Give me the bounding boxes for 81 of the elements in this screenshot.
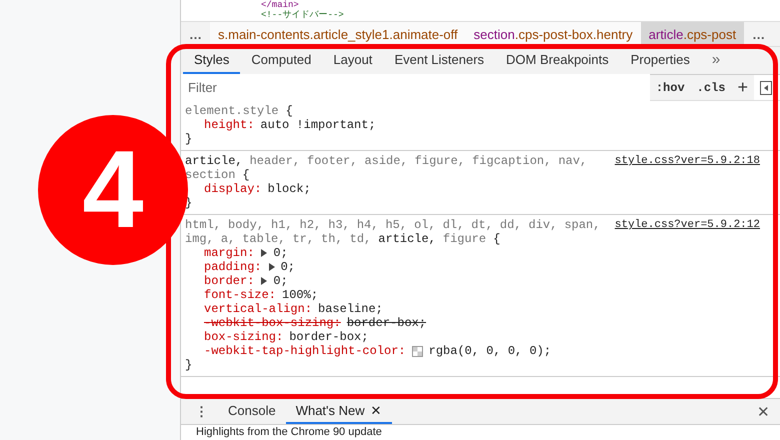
property-value: 100%; — [282, 288, 318, 302]
css-selector: figcaption, — [472, 154, 552, 168]
drawer-menu-button[interactable]: ⋮ — [181, 404, 218, 419]
source-line: </main> — [261, 0, 299, 10]
css-selector: body, — [228, 218, 264, 232]
property-value: auto !important; — [260, 118, 376, 132]
css-selector: figure — [442, 232, 486, 246]
css-selector: aside, — [364, 154, 408, 168]
color-swatch-icon[interactable] — [412, 346, 423, 356]
css-selector: span, — [564, 218, 600, 232]
drawer-heading: Highlights from the Chrome 90 update — [196, 426, 382, 439]
property-name: box-sizing: — [204, 330, 284, 344]
open-brace: { — [242, 168, 250, 182]
source-link[interactable]: style.css?ver=5.9.2:12 — [614, 218, 760, 232]
panel-tab[interactable]: Layout — [322, 47, 384, 74]
css-selector: th, — [321, 232, 343, 246]
new-rule-button[interactable]: + — [731, 75, 754, 100]
hover-state-button[interactable]: :hov — [650, 75, 691, 100]
close-brace: } — [185, 132, 192, 146]
property-value: border-box; — [289, 330, 368, 344]
css-selector: header, — [250, 154, 300, 168]
css-selector: img, — [185, 232, 214, 246]
css-selector: div, — [528, 218, 558, 232]
css-selector: a, — [220, 232, 236, 246]
css-selector: h5, — [385, 218, 408, 232]
close-drawer-button[interactable]: ✕ — [757, 402, 770, 420]
drawer-tab[interactable]: What's New ✕ — [286, 399, 392, 424]
css-selector: figure, — [414, 154, 466, 168]
property-name: border: — [204, 274, 254, 288]
css-selector: h2, — [300, 218, 322, 232]
css-selector: article, — [185, 154, 243, 168]
property-value: 0; — [280, 260, 296, 274]
property-name: -webkit-box-sizing: — [204, 316, 341, 330]
css-selector: dl, — [442, 218, 464, 232]
property-name: margin: — [204, 246, 254, 260]
css-selector: ol, — [414, 218, 436, 232]
sidebar-toggle-icon[interactable] — [760, 80, 772, 94]
breadcrumb-item[interactable]: s.main-contents.article_style1.animate-off — [210, 22, 466, 46]
property-name: font-size: — [204, 288, 276, 302]
css-selector: table, — [242, 232, 286, 246]
class-button[interactable]: .cls — [690, 75, 732, 100]
open-brace: { — [493, 232, 500, 246]
panel-tab[interactable]: Event Listeners — [383, 47, 496, 74]
breadcrumb-overflow[interactable]: … — [181, 22, 210, 46]
panel-tab[interactable]: Computed — [240, 47, 322, 74]
css-selector: html, — [185, 218, 222, 232]
property-value: border-box; — [346, 316, 426, 330]
css-selector: element.style — [185, 104, 279, 118]
property-value: 0; — [273, 274, 288, 288]
source-line: <!--サイドバー--> — [261, 10, 344, 20]
css-selector: footer, — [307, 154, 358, 168]
css-selector: section — [185, 168, 236, 182]
css-selector: td, — [350, 232, 372, 246]
css-selector: h4, — [356, 218, 378, 232]
property-value: rgba(0, 0, 0, 0); — [428, 344, 552, 358]
property-name: -webkit-tap-highlight-color: — [204, 344, 406, 358]
css-selector: h3, — [328, 218, 350, 232]
css-selector: h1, — [271, 218, 293, 232]
breadcrumb-item[interactable]: section.cps-post-box.hentry — [466, 22, 641, 46]
breadcrumb-overflow[interactable]: … — [744, 22, 774, 46]
property-name: padding: — [204, 260, 262, 274]
css-selector: nav, — [558, 154, 588, 168]
more-tabs-button[interactable]: » — [700, 47, 732, 74]
filter-field[interactable]: Filter — [181, 74, 650, 101]
panel-tab[interactable]: DOM Breakpoints — [495, 47, 620, 74]
css-selector: dd, — [500, 218, 522, 232]
property-value: baseline; — [318, 302, 383, 316]
property-value: 0; — [273, 246, 288, 260]
css-selector: article, — [378, 232, 436, 246]
drawer-tab[interactable]: Console — [218, 399, 286, 424]
panel-tab[interactable]: Properties — [620, 47, 701, 74]
property-value: block; — [268, 182, 311, 196]
css-selector: dt, — [471, 218, 493, 232]
property-name: display: — [204, 182, 262, 196]
property-name: height: — [204, 118, 254, 132]
css-selector: tr, — [292, 232, 314, 246]
property-name: vertical-align: — [204, 302, 312, 316]
source-link[interactable]: style.css?ver=5.9.2:18 — [614, 154, 760, 168]
open-brace: { — [286, 104, 293, 118]
breadcrumb-item[interactable]: article.cps-post — [640, 22, 744, 46]
close-brace: } — [185, 358, 192, 372]
